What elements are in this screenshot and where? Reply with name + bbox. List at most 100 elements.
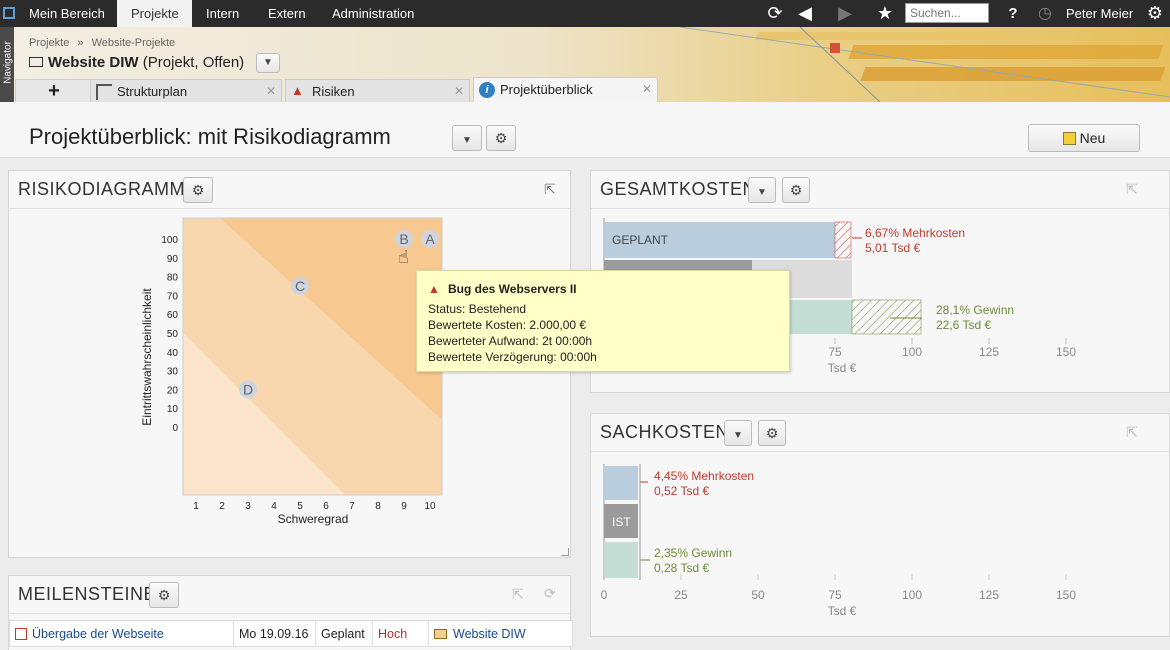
back-arrow-icon[interactable]: ◀ — [790, 0, 820, 27]
tab-label: Strukturplan — [117, 84, 188, 99]
y-axis-label: Eintrittswahrscheinlichkeit — [140, 288, 154, 426]
x-tick: 25 — [674, 588, 688, 602]
project-name: Website DIW — [48, 54, 139, 71]
info-icon: i — [479, 82, 495, 98]
user-name[interactable]: Peter Meier — [1058, 0, 1141, 27]
extra-cost-hatch — [834, 221, 852, 259]
y-tick-label: 40 — [167, 348, 179, 359]
nav-mein-bereich[interactable]: Mein Bereich — [15, 0, 119, 27]
risk-point-d[interactable]: D — [239, 380, 257, 399]
project-menu-dropdown-button[interactable]: ▼ — [256, 53, 280, 73]
folder-icon — [434, 628, 447, 639]
tooltip-effort: Bewerteter Aufwand: 2t 00:00h — [428, 334, 593, 348]
sachkosten-settings-button[interactable]: ⚙ — [758, 420, 786, 446]
tooltip-status: Status: Bestehend — [428, 302, 527, 316]
milestones-table: Übergabe der Webseite Mo 19.09.16 Geplan… — [9, 620, 573, 647]
y-tick-label: 20 — [167, 385, 179, 396]
x-tick: 100 — [902, 345, 922, 359]
help-icon[interactable]: ? — [998, 0, 1028, 27]
folder-icon — [29, 57, 43, 67]
x-axis-label: Schweregrad — [278, 512, 349, 526]
x-tick: 150 — [1056, 588, 1076, 602]
app-logo-icon[interactable] — [3, 7, 15, 19]
planned-cost-bar[interactable] — [604, 466, 638, 500]
chevron-down-icon: ▼ — [263, 57, 273, 68]
refresh-icon[interactable]: ⟳ — [760, 0, 790, 27]
page-title-dropdown-button[interactable]: ▼ — [452, 125, 482, 151]
edit-external-icon[interactable]: ⇱ — [544, 181, 562, 197]
favorite-star-icon[interactable]: ★ — [870, 0, 900, 27]
project-title: Website DIW (Projekt, Offen) — [29, 54, 244, 71]
risk-panel-title: RISIKODIAGRAMM — [18, 179, 186, 199]
milestone-name-cell[interactable]: Übergabe der Webseite — [9, 620, 234, 647]
table-row[interactable]: Übergabe der Webseite Mo 19.09.16 Geplan… — [9, 620, 573, 647]
milestone-name[interactable]: Übergabe der Webseite — [32, 627, 164, 641]
risk-point-a[interactable]: A — [421, 230, 439, 248]
risk-point-c[interactable]: C — [291, 277, 309, 295]
breadcrumb-projekte[interactable]: Projekte — [29, 37, 69, 49]
edit-external-icon[interactable]: ⇱ — [512, 586, 530, 602]
x-tick-label: 6 — [323, 501, 329, 512]
timer-icon[interactable]: ◷ — [1030, 0, 1060, 27]
x-tick: 50 — [751, 588, 765, 602]
navigator-sidebar-toggle[interactable]: Navigator — [0, 27, 14, 102]
sachkosten-dropdown-button[interactable]: ▼ — [724, 420, 752, 446]
milestones-settings-button[interactable]: ⚙ — [149, 582, 179, 608]
page-title: Projektüberblick: mit Risikodiagramm — [29, 124, 391, 149]
forecast-cost-bar[interactable] — [604, 542, 638, 578]
gesamtkosten-dropdown-button[interactable]: ▼ — [748, 177, 776, 203]
refresh-icon[interactable]: ⟳ — [544, 585, 562, 601]
gesamtkosten-settings-button[interactable]: ⚙ — [782, 177, 810, 203]
nav-projekte[interactable]: Projekte — [117, 0, 192, 27]
y-tick-label: 60 — [167, 310, 179, 321]
settings-gear-icon[interactable]: ⚙ — [1140, 0, 1170, 27]
structure-icon — [96, 84, 112, 100]
x-tick-label: 5 — [297, 501, 303, 512]
gear-icon: ⚙ — [191, 182, 205, 198]
edit-external-icon[interactable]: ⇱ — [1126, 181, 1144, 197]
x-tick-label: 8 — [375, 501, 381, 512]
sachkosten-title: SACHKOSTEN — [600, 422, 730, 442]
tab-close-icon[interactable]: ✕ — [454, 80, 464, 103]
gesamtkosten-title: GESAMTKOSTEN — [600, 179, 757, 199]
top-navigation: Mein Bereich Projekte Intern Extern Admi… — [0, 0, 1170, 27]
tab-projektueberblick[interactable]: i Projektüberblick ✕ — [473, 77, 658, 102]
forward-arrow-icon[interactable]: ▶ — [830, 0, 860, 27]
new-button[interactable]: Neu — [1028, 124, 1140, 152]
milestone-project-cell[interactable]: Website DIW — [428, 620, 573, 647]
x-tick-label: 3 — [245, 501, 251, 512]
tab-close-icon[interactable]: ✕ — [642, 78, 652, 101]
gear-icon: ⚙ — [765, 425, 779, 441]
gain-percent: 28,1% Gewinn — [936, 303, 1014, 317]
gain-value: 22,6 Tsd € — [936, 318, 991, 332]
tab-strukturplan[interactable]: Strukturplan ✕ — [90, 79, 282, 102]
add-tab-button[interactable]: + — [15, 79, 93, 102]
chevron-down-icon: ▼ — [757, 187, 767, 198]
nav-extern[interactable]: Extern — [254, 0, 320, 27]
x-tick: 0 — [601, 588, 608, 602]
risk-panel-settings-button[interactable]: ⚙ — [183, 177, 213, 203]
risk-point-b[interactable]: B — [395, 230, 413, 248]
page-settings-button[interactable]: ⚙ — [486, 125, 516, 151]
x-tick: 150 — [1056, 345, 1076, 359]
resize-handle-icon[interactable] — [561, 548, 569, 556]
tab-label: Projektüberblick — [500, 82, 593, 97]
x-tick: 75 — [828, 588, 842, 602]
gear-icon: ⚙ — [789, 182, 803, 198]
x-tick: 125 — [979, 588, 999, 602]
y-tick-label: 80 — [167, 273, 179, 284]
search-input[interactable] — [905, 3, 989, 23]
nav-administration[interactable]: Administration — [318, 0, 428, 27]
breadcrumb-website-projekte[interactable]: Website-Projekte — [92, 37, 176, 49]
y-tick-label: 70 — [167, 291, 179, 302]
x-tick: 75 — [828, 345, 842, 359]
gain-percent: 2,35% Gewinn — [654, 546, 732, 560]
milestone-project[interactable]: Website DIW — [453, 627, 526, 641]
tab-risiken[interactable]: ▲ Risiken ✕ — [285, 79, 470, 102]
tab-close-icon[interactable]: ✕ — [266, 80, 276, 103]
risk-tooltip: ▲ Bug des Webservers II Status: Bestehen… — [416, 270, 790, 372]
edit-external-icon[interactable]: ⇱ — [1126, 424, 1144, 440]
nav-intern[interactable]: Intern — [192, 0, 253, 27]
milestones-title: MEILENSTEINE — [18, 584, 157, 604]
y-tick-label: 0 — [172, 423, 178, 434]
